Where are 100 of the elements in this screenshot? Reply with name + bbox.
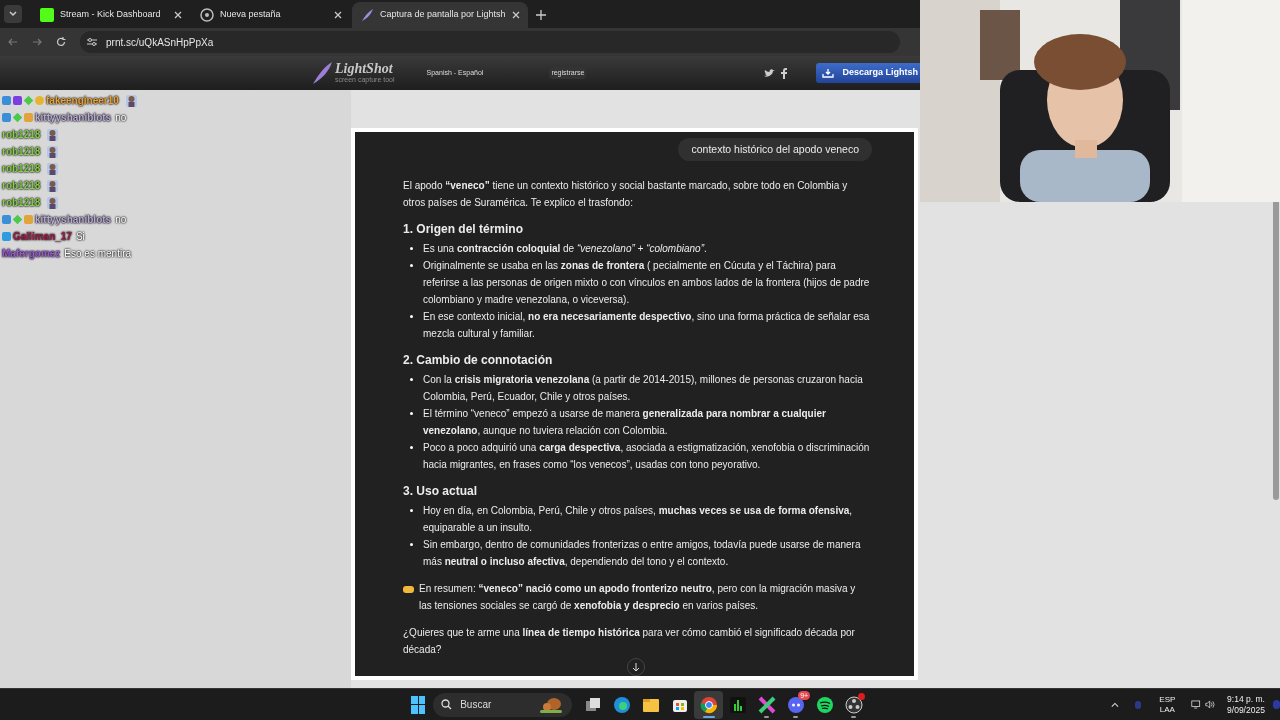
stacked-windows-icon — [583, 695, 602, 714]
search-input[interactable]: Buscar — [460, 697, 531, 712]
scroll-down-button[interactable] — [627, 658, 645, 676]
bullet-icon — [410, 412, 413, 415]
chat-message: Si — [75, 230, 85, 244]
site-settings-icon[interactable] — [86, 37, 98, 47]
close-icon[interactable] — [174, 11, 182, 19]
bullet-icon — [410, 509, 413, 512]
answer-paragraph: El apodo “veneco” tiene un contexto histórico y social bastante marcado, sobre todo en Colombia y otros países de Suramérica. Te explico el trasfondo: — [403, 179, 849, 210]
bullet-icon — [410, 264, 413, 267]
emote-icon — [46, 195, 60, 210]
running-indicator — [702, 715, 715, 718]
emote-icon — [46, 144, 60, 159]
list-item-text: Sin embargo, dentro de comunidades fronterizas o entre amigos, todavía puede usarse de manera más neutral o incluso afectiva, dependiendo del tono y el contexto. — [423, 538, 862, 569]
chat-username: kittyyshaniblots — [35, 213, 112, 227]
emote-icon — [46, 178, 60, 193]
list-item-text: Originalmente se usaba en las zonas de frontera ( pecialmente en Cúcuta y el Táchira) para referirse a las personas de origen mixto o con vínculos en ambos lados de la frontera (hijos de padre colombiano y madre venezolana, o viceversa). — [423, 259, 870, 307]
download-icon — [822, 68, 835, 78]
bar-meter-icon — [728, 695, 747, 714]
network-icon[interactable] — [1191, 699, 1201, 710]
close-icon[interactable] — [511, 11, 520, 19]
input-language[interactable]: ESP — [1159, 694, 1176, 705]
chat-username: rob1218 — [2, 179, 41, 193]
list-item-text: Poco a poco adquirió una carga despectiva, asociada a estigmatización, xenofobia o discriminación hacia migrantes, en frases como “los venecos”, usadas con tono peyorativo. — [423, 441, 870, 472]
start-button[interactable] — [409, 693, 428, 716]
list-item-text: Es una contracción coloquial de “venezolano” + “colombiano”. — [423, 242, 707, 256]
chat-username: fakeengineer10 — [46, 94, 119, 108]
section-heading: 2. Cambio de connotación — [403, 352, 554, 369]
chat-message: no — [115, 213, 127, 227]
bullet-icon — [410, 446, 413, 449]
site-logo[interactable]: LightShot — [335, 62, 395, 76]
chat-message: Eso es mentira — [64, 247, 132, 261]
kick-logo-icon — [40, 8, 54, 22]
bullet-icon — [410, 543, 413, 546]
input-language[interactable]: LAA — [1159, 704, 1175, 715]
search-field[interactable]: Buscar — [433, 692, 573, 717]
answer-paragraph: ¿Quieres que te arme una línea de tiempo histórica para ver cómo cambió el significado década por década? — [403, 626, 856, 657]
bullet-icon — [410, 247, 413, 250]
twitter-icon[interactable] — [764, 68, 776, 78]
list-item-text: Con la crisis migratoria venezolana (a partir de 2014-2015), millones de personas cruzaron hacia Colombia, Perú, Ecuador, Chile y otros países. — [423, 373, 864, 404]
record-logo-icon — [844, 695, 863, 714]
clock-date[interactable]: 9/09/2025 — [1227, 704, 1265, 716]
section-heading: 1. Origen del término — [403, 221, 525, 238]
taskbar-app-button[interactable] — [694, 690, 724, 719]
volume-icon[interactable] — [1204, 699, 1216, 710]
chat-badge-icon — [24, 215, 33, 224]
running-indicator — [851, 715, 857, 718]
browser-tab[interactable]: Stream - Kick Dashboard — [32, 2, 190, 28]
forward-icon[interactable] — [32, 37, 42, 47]
section-heading: 3. Uso actual — [403, 483, 479, 500]
list-item-text: El término “veneco” empezó a usarse de manera generalizada para nombrar a cualquier venezolano, aunque no tuviera relación con Colombia. — [423, 407, 827, 438]
new-tab-icon[interactable] — [535, 10, 546, 20]
close-icon[interactable] — [334, 11, 342, 19]
squirrel-icon — [538, 696, 565, 713]
browser-tab[interactable]: Nueva pestaña — [192, 2, 350, 28]
chevron-up-icon[interactable] — [1111, 701, 1120, 708]
tab-list-button[interactable] — [4, 5, 22, 23]
back-icon[interactable] — [8, 37, 18, 47]
chat-username: rob1218 — [2, 128, 41, 142]
feather-icon — [360, 8, 374, 22]
chat-username: rob1218 — [2, 162, 41, 176]
bullet-icon — [410, 315, 413, 318]
emote-icon — [46, 161, 60, 176]
list-item-text: En ese contexto inicial, no era necesariamente despectivo, sino una forma práctica de señalar esa mezcla cultural y familiar. — [423, 310, 870, 341]
cross-logo-icon — [757, 695, 776, 714]
chat-message: no — [115, 111, 127, 125]
chat-username: Galliman_17 — [13, 230, 72, 244]
chat-badge-icon — [12, 112, 23, 123]
download-button[interactable]: Descarga Lightsh — [816, 63, 920, 83]
tab-title: Nueva pestaña — [220, 8, 282, 22]
browser-logo-icon — [699, 695, 718, 714]
running-indicator — [764, 715, 770, 718]
bullet-icon — [410, 378, 413, 381]
tab-title: Stream - Kick Dashboard — [60, 8, 162, 22]
scrollbar[interactable] — [1273, 200, 1279, 500]
chat-username: Mafergomez — [2, 247, 61, 261]
chat-username: kittyyshaniblots — [35, 111, 112, 125]
clock-time[interactable]: 9:14 p. m. — [1227, 693, 1265, 705]
chat-username: rob1218 — [2, 145, 41, 159]
chat-badge-icon — [12, 214, 23, 225]
arrow-down-icon — [632, 662, 640, 672]
url-text: prnt.sc/uQkASnHpPpXa — [106, 35, 214, 50]
chevron-down-icon — [9, 11, 17, 17]
summary-paragraph: En resumen: “veneco” nació como un apodo fronterizo neutro, pero con la migración masiva y las tensiones sociales se cargó de xenofobia y desprecio en varios países. — [419, 582, 857, 613]
facebook-icon[interactable] — [781, 67, 788, 79]
globe-icon — [200, 8, 214, 22]
address-bar[interactable]: prnt.sc/uQkASnHpPpXa — [80, 31, 900, 53]
reload-icon[interactable] — [56, 37, 66, 47]
pointing-hand-icon — [403, 586, 414, 593]
emote-icon — [46, 127, 60, 142]
chat-username: rob1218 — [2, 196, 41, 210]
chat-badge-icon — [23, 95, 34, 106]
tab-title: Captura de pantalla por Lightsh — [380, 8, 506, 22]
running-indicator — [793, 715, 799, 718]
emote-icon — [124, 93, 138, 108]
search-icon — [441, 699, 453, 710]
feather-logo-icon — [311, 61, 333, 85]
list-item-text: Hoy en día, en Colombia, Perú, Chile y otros países, muchas veces se usa de forma ofensiva, equiparable a un insulto. — [423, 504, 854, 535]
browser-tab[interactable]: Captura de pantalla por Lightsh — [352, 2, 528, 28]
user-message-bubble: contexto histórico del apodo veneco — [678, 138, 872, 161]
